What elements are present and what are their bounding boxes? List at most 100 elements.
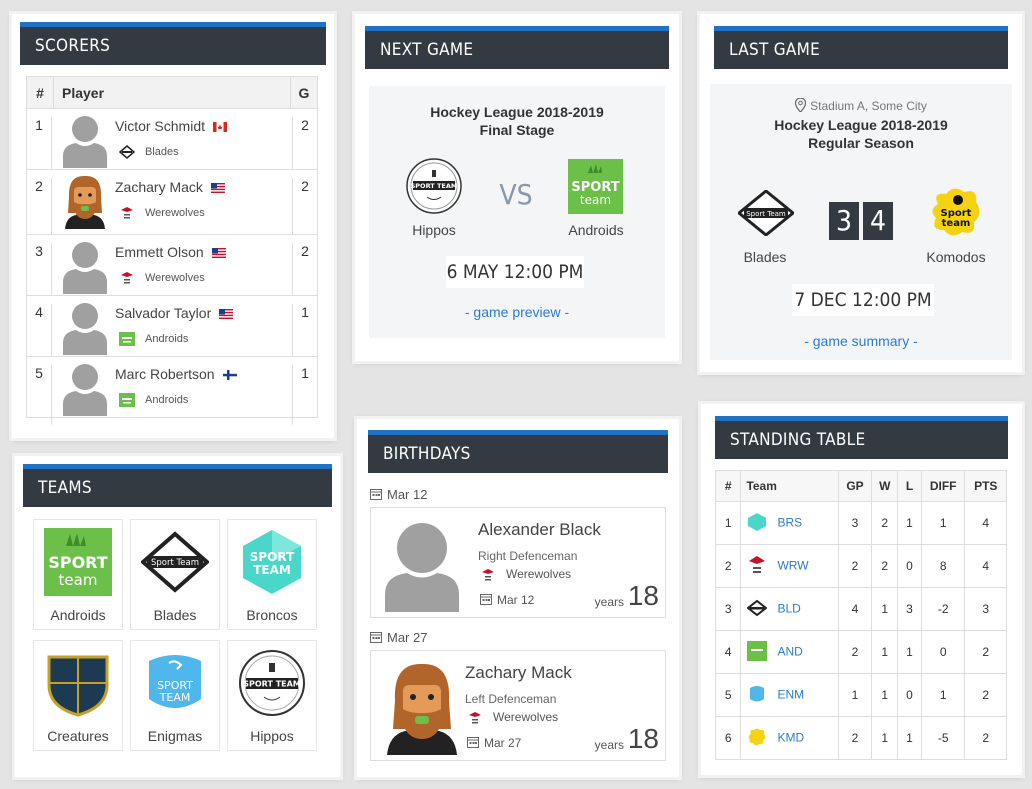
- team-tile-enigmas[interactable]: SPORT TEAM Enigmas: [130, 640, 220, 751]
- standing-pts: 2: [964, 716, 1007, 760]
- standing-w: 1: [871, 587, 899, 631]
- calendar-icon: [480, 593, 497, 607]
- team-tile-hippos[interactable]: SPORT TEAM Hippos: [227, 640, 317, 751]
- next-game-body: Hockey League 2018-2019 Final Stage SPOR…: [369, 86, 665, 338]
- scorers-widget: SCORERS # Player G 1 Victor Schmidt Blades…: [12, 14, 334, 438]
- scorer-row[interactable]: 3 Emmett Olson Werewolves 2: [26, 235, 318, 303]
- game-summary-link[interactable]: - game summary -: [710, 333, 1012, 349]
- birthday-age: 18: [627, 580, 659, 611]
- birthday-avatar: [381, 516, 463, 617]
- standing-team-cell: KMD: [740, 716, 839, 760]
- scorer-rank: 5: [27, 365, 52, 425]
- player-goals: 2: [292, 117, 317, 177]
- player-name[interactable]: Zachary Mack: [115, 179, 203, 195]
- standing-gp: 2: [837, 630, 873, 674]
- player-name[interactable]: Victor Schmidt: [115, 118, 205, 134]
- venue-text: Stadium A, Some City: [810, 99, 927, 113]
- last-game-title: LAST GAME: [729, 40, 821, 60]
- standing-l: 3: [897, 587, 922, 631]
- player-name-line: Marc Robertson: [115, 366, 237, 382]
- standing-col-0: #: [714, 470, 742, 502]
- wrw-logo-icon: [747, 555, 767, 578]
- standing-team-link[interactable]: BLD: [777, 601, 800, 615]
- last-game-league: Hockey League 2018-2019: [774, 117, 948, 133]
- team-tile-creatures[interactable]: Creatures: [33, 640, 123, 751]
- col-goals: G: [290, 76, 318, 109]
- birthday-date-label: Mar 12: [370, 487, 666, 502]
- team-tile-blades[interactable]: Sport Team Blades: [130, 519, 220, 630]
- standing-team-link[interactable]: WRW: [777, 558, 808, 572]
- blades-logo-icon: Sport Team: [738, 190, 794, 236]
- standing-grid: # Team GP W L DIFF PTS 1 BRS 3 2 1 1 4 2 WRW 2 2 0 8 4 3 BLD 4 1…: [714, 470, 1007, 760]
- calendar-icon: [370, 630, 387, 645]
- team-name: Broncos: [246, 607, 298, 623]
- calendar-icon: [370, 487, 387, 502]
- scorer-row[interactable]: 2 Zachary Mack Werewolves 2: [26, 170, 318, 242]
- finland-flag-icon: [215, 366, 237, 382]
- next-game-widget: NEXT GAME Hockey League 2018-2019 Final …: [355, 14, 679, 361]
- standing-team-link[interactable]: ENM: [777, 687, 804, 701]
- standing-row[interactable]: 1 BRS 3 2 1 1 4: [714, 501, 1007, 545]
- standing-l: 1: [897, 716, 922, 760]
- player-name[interactable]: Emmett Olson: [115, 244, 204, 260]
- player-team: Androids: [145, 393, 189, 406]
- birthdays-title: BIRTHDAYS: [383, 444, 471, 464]
- venue: Stadium A, Some City: [710, 97, 1012, 113]
- birthday-card[interactable]: Alexander Black Right Defenceman Werewolve…: [370, 507, 666, 618]
- player-name-line: Zachary Mack: [115, 179, 225, 195]
- birthday-date-label: Mar 27: [370, 630, 666, 645]
- scorer-row[interactable]: 1 Victor Schmidt Blades 2: [26, 109, 318, 177]
- standing-w: 2: [871, 501, 899, 545]
- team-logo-icon: [119, 393, 145, 407]
- standing-row[interactable]: 6 KMD 2 1 1 -5 2: [714, 716, 1007, 760]
- standing-row[interactable]: 4 AND 2 1 1 0 2: [714, 630, 1007, 674]
- birthdays-list: Mar 12 Alexander Black Right Defenceman Wer…: [370, 487, 666, 773]
- standing-pos: 3: [714, 587, 742, 631]
- col-player: Player: [53, 76, 291, 109]
- androids-logo-icon: SPORT team: [568, 159, 623, 214]
- standing-gp: 1: [837, 673, 873, 717]
- standing-team-link[interactable]: KMD: [777, 730, 804, 744]
- player-name[interactable]: Marc Robertson: [115, 366, 215, 382]
- player-avatar: [62, 112, 108, 171]
- birthday-card[interactable]: Zachary Mack Left Defenceman Werewolves Mar…: [370, 650, 666, 761]
- standing-team-link[interactable]: BRS: [777, 515, 802, 529]
- standing-team-link[interactable]: AND: [777, 644, 802, 658]
- next-game-stage: Final Stage: [479, 122, 555, 138]
- standing-row[interactable]: 3 BLD 4 1 3 -2 3: [714, 587, 1007, 631]
- hippos-logo-text: SPORT TEAM: [411, 182, 458, 190]
- birthday-position: Right Defenceman: [478, 549, 578, 563]
- standing-w: 1: [871, 716, 899, 760]
- scorer-row[interactable]: 4 Salvador Taylor Androids 1: [26, 296, 318, 364]
- player-name[interactable]: Salvador Taylor: [115, 305, 211, 321]
- team-logo-icon: [119, 145, 145, 159]
- scorers-title: SCORERS: [35, 36, 111, 56]
- usa-flag-icon: [204, 244, 226, 260]
- player-avatar: [62, 299, 108, 358]
- standing-row[interactable]: 5 ENM 1 1 0 1 2: [714, 673, 1007, 717]
- team-tile-broncos[interactable]: SPORT TEAM Broncos: [227, 519, 317, 630]
- game-preview-link[interactable]: - game preview -: [369, 304, 665, 320]
- player-goals: 2: [292, 243, 317, 303]
- scorer-rank: 3: [27, 243, 52, 303]
- kmd-logo-icon: [747, 727, 767, 750]
- standing-pts: 4: [964, 501, 1007, 545]
- team-tile-androids[interactable]: SPORT team Androids: [33, 519, 123, 630]
- standing-team-cell: BLD: [740, 587, 839, 631]
- next-game-title: NEXT GAME: [380, 40, 474, 60]
- svg-text:SPORT TEAM: SPORT TEAM: [243, 680, 301, 689]
- player-goals: 1: [292, 365, 317, 425]
- player-team: Blades: [145, 145, 179, 158]
- standing-row[interactable]: 2 WRW 2 2 0 8 4: [714, 544, 1007, 588]
- player-team-line: Androids: [119, 332, 188, 346]
- scorer-row[interactable]: 5 Marc Robertson Androids 1: [26, 357, 318, 425]
- standing-pts: 2: [964, 630, 1007, 674]
- next-game-away: Androids: [568, 222, 624, 238]
- standing-diff: -5: [920, 716, 966, 760]
- standing-col-5: DIFF: [920, 470, 966, 502]
- blades-logo-text: Sport Team: [746, 210, 786, 218]
- player-team: Androids: [145, 332, 189, 345]
- birthday-avatar: [381, 659, 463, 760]
- standing-gp: 2: [837, 716, 873, 760]
- standing-diff: -2: [920, 587, 966, 631]
